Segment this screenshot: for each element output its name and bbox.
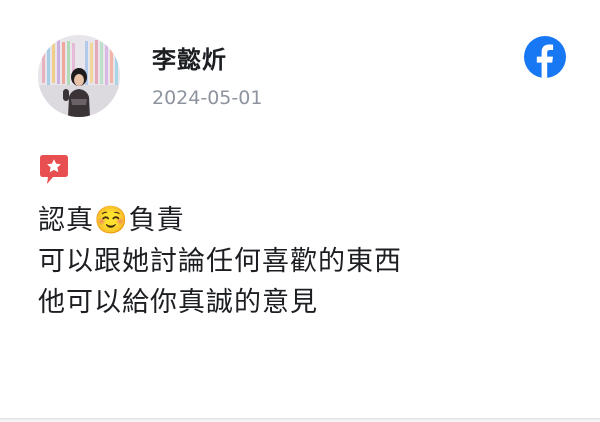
review-line-3: 他可以給你真誠的意見 bbox=[38, 287, 318, 318]
review-line-2: 可以跟她討論任何喜歡的東西 bbox=[38, 246, 402, 277]
review-text: 認真☺️負責 可以跟她討論任何喜歡的東西 他可以給你真誠的意見 bbox=[38, 200, 402, 323]
review-card: 李懿炘 2024-05-01 認真☺️負責 可以跟她討論任何喜歡的東西 他可以給… bbox=[0, 0, 600, 419]
reviewer-avatar[interactable] bbox=[38, 35, 120, 117]
review-line-1: 認真☺️負責 bbox=[38, 205, 185, 236]
reviewer-name[interactable]: 李懿炘 bbox=[152, 40, 227, 75]
review-date: 2024-05-01 bbox=[152, 87, 263, 109]
recommend-star-icon bbox=[38, 153, 70, 187]
facebook-icon[interactable] bbox=[524, 36, 566, 78]
